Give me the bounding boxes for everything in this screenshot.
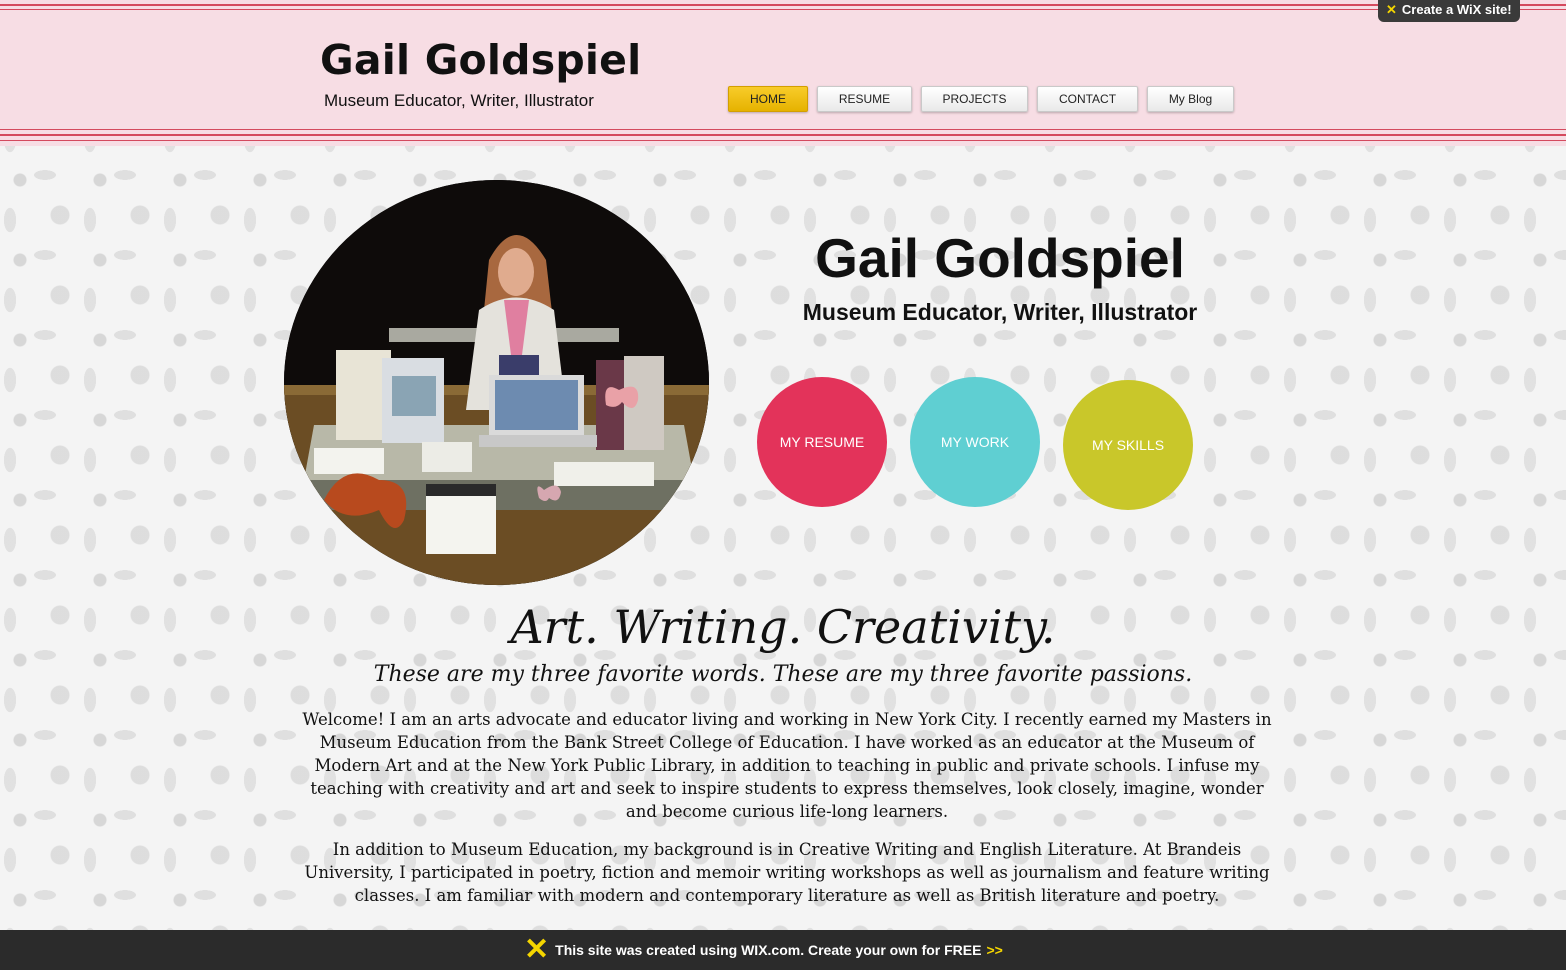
tagline-subtext: These are my three favorite words. These…: [373, 662, 1193, 687]
footer-content[interactable]: ✕ This site was created using WIX.com. C…: [524, 933, 1003, 966]
nav-projects[interactable]: PROJECTS: [921, 86, 1028, 112]
header-line: [0, 9, 1566, 10]
footer-arrows: >>: [986, 942, 1003, 958]
tagline: Art. Writing. Creativity.: [510, 600, 1056, 654]
nav-contact[interactable]: CONTACT: [1037, 86, 1138, 112]
my-resume-label: MY RESUME: [779, 434, 865, 450]
my-work-button[interactable]: MY WORK: [910, 377, 1040, 507]
site-subtitle: Museum Educator, Writer, Illustrator: [324, 91, 594, 110]
my-skills-label: MY SKILLS: [1091, 437, 1165, 453]
my-skills-button[interactable]: MY SKILLS: [1063, 380, 1193, 510]
wix-badge-label: Create a WiX site!: [1401, 2, 1512, 17]
nav-home[interactable]: HOME: [728, 86, 808, 112]
intro-paragraph: Welcome! I am an arts advocate and educa…: [302, 710, 1272, 821]
header-line: [0, 4, 1566, 6]
nav-resume[interactable]: RESUME: [817, 86, 912, 112]
site-header: Gail Goldspiel Museum Educator, Writer, …: [0, 0, 1566, 146]
header-line: [0, 129, 1566, 130]
create-wix-site-badge[interactable]: ✕ Create a WiX site!: [1378, 0, 1520, 22]
header-line: [0, 134, 1566, 136]
wix-x-icon: ✕: [524, 933, 550, 966]
my-work-label: MY WORK: [940, 434, 1010, 450]
background-paragraph: In addition to Museum Education, my back…: [304, 840, 1270, 905]
hero-subtitle: Museum Educator, Writer, Illustrator: [802, 299, 1198, 325]
profile-photo: [284, 180, 709, 585]
wix-footer-bar: ✕ This site was created using WIX.com. C…: [0, 930, 1566, 970]
footer-text: This site was created using WIX.com. Cre…: [555, 942, 982, 958]
site-title[interactable]: Gail Goldspiel: [320, 36, 641, 84]
my-resume-button[interactable]: MY RESUME: [757, 377, 887, 507]
header-line: [0, 140, 1566, 141]
wix-x-icon: ✕: [1386, 2, 1397, 17]
nav-my-blog[interactable]: My Blog: [1147, 86, 1234, 112]
hero-title: Gail Goldspiel: [815, 227, 1185, 289]
